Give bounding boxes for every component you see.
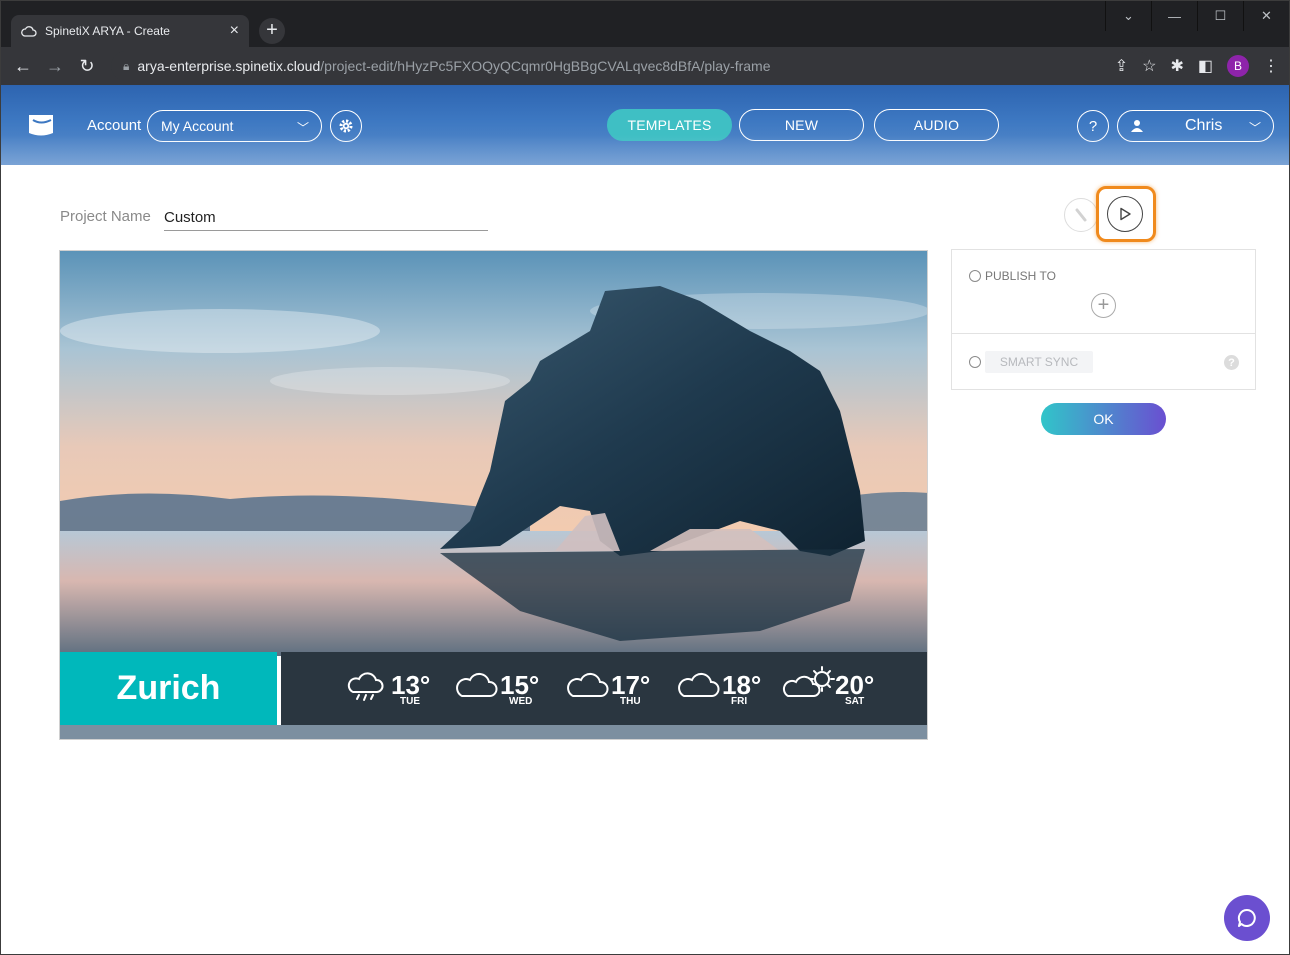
nav-new-button[interactable]: NEW <box>739 109 864 141</box>
forecast-day: 15° WED <box>454 666 554 710</box>
app-header: Account My Account ﹀ TEMPLATES NEW AUDIO… <box>1 85 1289 165</box>
forecast-day-name: THU <box>620 696 641 707</box>
toolbar-actions: ⇪ ☆ ✱ ◧ B ⋮ <box>1115 51 1279 81</box>
publish-to-radio[interactable] <box>969 270 981 282</box>
url-field[interactable]: 🔒︎ arya-enterprise.spinetix.cloud/projec… <box>111 51 1151 81</box>
play-button[interactable] <box>1107 196 1143 232</box>
settings-button[interactable] <box>330 110 362 142</box>
user-icon <box>1131 120 1143 132</box>
forecast-day-name: FRI <box>731 696 748 707</box>
share-icon[interactable]: ⇪ <box>1115 56 1128 76</box>
project-name-label: Project Name <box>60 208 151 225</box>
smart-sync-radio[interactable] <box>969 356 981 368</box>
forecast-day-name: SAT <box>845 696 865 707</box>
edit-button[interactable] <box>1064 198 1098 232</box>
address-bar: ← → ↻ 🔒︎ arya-enterprise.spinetix.cloud /… <box>1 47 1289 85</box>
cloud-favicon-icon <box>21 26 37 37</box>
user-menu[interactable]: Chris ﹀ <box>1117 110 1274 142</box>
user-name: Chris <box>1185 117 1223 134</box>
cloud-icon <box>567 672 609 697</box>
chevron-down-icon: ﹀ <box>1248 121 1261 135</box>
close-window-icon[interactable]: ✕ <box>1243 1 1289 31</box>
pencil-icon <box>1075 208 1087 222</box>
play-icon <box>1120 207 1131 221</box>
spinetix-logo-icon[interactable] <box>27 111 55 139</box>
account-label: Account <box>87 117 142 134</box>
nav-audio-button[interactable]: AUDIO <box>874 109 999 141</box>
menu-kebab-icon[interactable]: ⋮ <box>1263 56 1279 76</box>
project-name-input[interactable] <box>164 204 488 231</box>
tab-search-icon[interactable]: ⌄ <box>1105 1 1151 31</box>
partly-sunny-icon <box>782 666 835 697</box>
forecast-bar: 13° TUE 15° WED 17° THU 18° FRI 20° SAT <box>281 652 927 725</box>
window-controls: ⌄ — ☐ ✕ <box>1105 1 1289 31</box>
template-preview[interactable]: Zurich 13° TUE 15° WED 17° THU 18° FRI 2… <box>59 250 928 740</box>
chat-bubble-icon <box>1237 908 1256 927</box>
chevron-down-icon: ﹀ <box>296 121 309 135</box>
cloud-icon <box>678 672 720 697</box>
smart-sync-help-icon[interactable]: ? <box>1224 355 1239 370</box>
gear-icon <box>339 119 353 133</box>
url-path: /project-edit/hHyzPc5FXOQyQCqmr0HgBBgCVA… <box>320 58 771 74</box>
lock-icon: 🔒︎ <box>123 58 130 73</box>
forecast-day: 13° TUE <box>345 666 445 710</box>
smart-sync-chip[interactable]: SMART SYNC <box>985 351 1093 373</box>
forecast-day: 20° SAT <box>782 666 892 710</box>
rain-cloud-icon <box>347 672 384 701</box>
city-name: Zurich <box>60 652 277 725</box>
publish-to-label: PUBLISH TO <box>985 269 1056 283</box>
browser-window: SpinetiX ARYA - Create × + ⌄ — ☐ ✕ ← → ↻… <box>0 0 1290 955</box>
add-target-button[interactable]: + <box>1091 293 1116 318</box>
reload-icon[interactable]: ↻ <box>71 50 103 82</box>
forecast-day-name: WED <box>509 696 533 707</box>
back-icon[interactable]: ← <box>7 50 39 82</box>
forecast-day-name: TUE <box>400 696 420 707</box>
extensions-icon[interactable]: ✱ <box>1170 56 1183 76</box>
panel-divider <box>952 333 1255 334</box>
account-select-value: My Account <box>161 118 234 134</box>
forecast-day: 18° FRI <box>676 666 776 710</box>
forecast-day: 17° THU <box>565 666 665 710</box>
nav-templates-button[interactable]: TEMPLATES <box>607 109 732 141</box>
account-select[interactable]: My Account ﹀ <box>147 110 322 142</box>
minimize-icon[interactable]: — <box>1151 1 1197 31</box>
url-host: arya-enterprise.spinetix.cloud <box>137 58 321 74</box>
browser-tab[interactable]: SpinetiX ARYA - Create × <box>11 15 249 47</box>
tab-close-icon[interactable]: × <box>230 22 239 40</box>
cloud-icon <box>456 672 498 697</box>
ok-button[interactable]: OK <box>1041 403 1166 435</box>
new-tab-button[interactable]: + <box>259 18 285 44</box>
maximize-icon[interactable]: ☐ <box>1197 1 1243 31</box>
publish-panel: PUBLISH TO + SMART SYNC ? <box>951 249 1256 390</box>
tab-title: SpinetiX ARYA - Create <box>45 24 170 38</box>
weather-ticker: Zurich 13° TUE 15° WED 17° THU 18° FRI 2… <box>60 652 927 725</box>
chat-button[interactable] <box>1224 895 1270 941</box>
forward-icon[interactable]: → <box>39 50 71 82</box>
side-panel-icon[interactable]: ◧ <box>1198 56 1213 76</box>
help-button[interactable]: ? <box>1077 110 1109 142</box>
profile-avatar[interactable]: B <box>1227 55 1249 77</box>
tab-bar: SpinetiX ARYA - Create × + ⌄ — ☐ ✕ <box>1 1 1289 47</box>
bookmark-star-icon[interactable]: ☆ <box>1142 56 1156 76</box>
